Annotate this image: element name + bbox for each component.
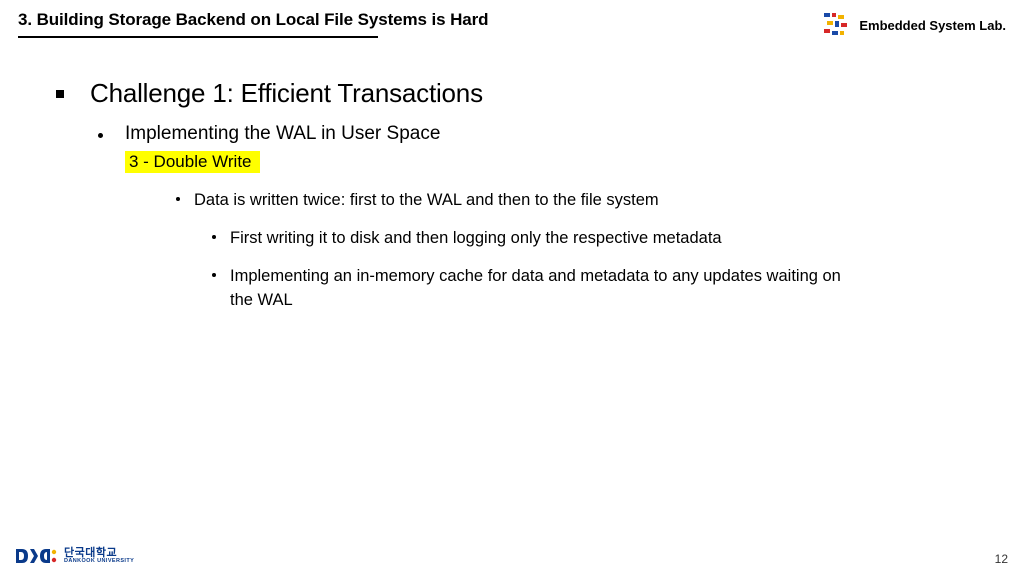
subheading: Implementing the WAL in User Space <box>125 123 440 145</box>
highlight-row: 3 - Double Write <box>125 151 984 173</box>
page-number: 12 <box>995 552 1008 566</box>
dot-bullet-icon <box>176 197 180 201</box>
subpoint-text: Implementing an in-memory cache for data… <box>230 265 850 313</box>
section-underline <box>18 36 378 38</box>
heading-row: Challenge 1: Efficient Transactions <box>56 78 984 109</box>
university-block: 단국대학교 DANKOOK UNIVERSITY <box>14 546 134 566</box>
subpoint-row: Implementing an in-memory cache for data… <box>212 265 984 313</box>
subheading-row: Implementing the WAL in User Space <box>98 123 984 145</box>
lab-logo-icon <box>821 10 851 40</box>
lab-block: Embedded System Lab. <box>821 10 1006 40</box>
dot-bullet-icon <box>212 273 216 277</box>
university-logo-icon <box>14 546 58 566</box>
point-text: Data is written twice: first to the WAL … <box>194 189 659 213</box>
university-name-en: DANKOOK UNIVERSITY <box>64 559 134 565</box>
section-title-block: 3. Building Storage Backend on Local Fil… <box>18 10 488 38</box>
challenge-title: Challenge 1: Efficient Transactions <box>90 78 483 109</box>
highlight-label: 3 - Double Write <box>125 151 260 173</box>
section-title: 3. Building Storage Backend on Local Fil… <box>18 10 488 30</box>
dot-bullet-icon <box>98 133 103 138</box>
dot-bullet-icon <box>212 235 216 239</box>
lab-name: Embedded System Lab. <box>859 18 1006 33</box>
square-bullet-icon <box>56 90 64 98</box>
point-row: Data is written twice: first to the WAL … <box>176 189 984 213</box>
subpoint-text: First writing it to disk and then loggin… <box>230 227 722 251</box>
subpoint-row: First writing it to disk and then loggin… <box>212 227 984 251</box>
